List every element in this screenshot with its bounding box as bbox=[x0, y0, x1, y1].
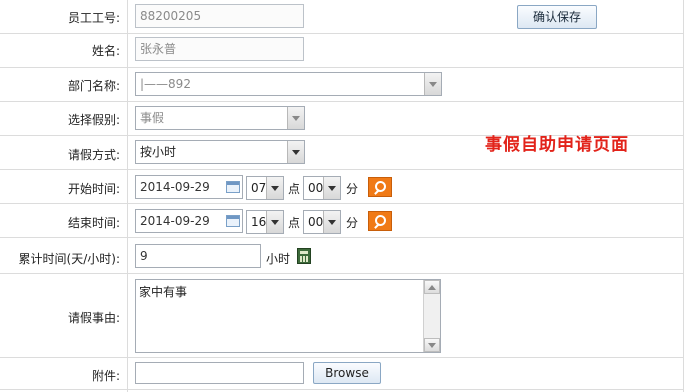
row-divider bbox=[0, 203, 683, 204]
save-button[interactable]: 确认保存 bbox=[517, 5, 597, 29]
page-title: 事假自助申请页面 bbox=[485, 135, 629, 155]
end-hour-value: 16 bbox=[251, 215, 267, 229]
start-minute-select[interactable]: 00 bbox=[303, 176, 341, 200]
start-minute-value: 00 bbox=[308, 181, 324, 195]
employee-id-field[interactable]: 88200205 bbox=[135, 4, 304, 28]
scroll-down-icon[interactable] bbox=[424, 338, 440, 352]
total-time-unit: 小时 bbox=[266, 252, 291, 266]
calculator-icon[interactable] bbox=[297, 248, 311, 264]
end-minute-select[interactable]: 00 bbox=[303, 210, 341, 234]
chevron-down-icon[interactable] bbox=[287, 107, 304, 129]
start-hour-value: 07 bbox=[251, 181, 267, 195]
row-divider bbox=[0, 273, 683, 274]
leave-type-value: 事假 bbox=[140, 111, 165, 125]
start-minute-unit: 分 bbox=[346, 182, 359, 196]
row-divider bbox=[0, 389, 683, 390]
leave-type-label: 选择假别: bbox=[67, 113, 120, 127]
name-field[interactable]: 张永普 bbox=[135, 37, 304, 61]
browse-button[interactable]: Browse bbox=[313, 362, 381, 384]
reason-label: 请假事由: bbox=[67, 311, 120, 325]
start-search-button[interactable] bbox=[368, 177, 392, 197]
row-divider bbox=[0, 357, 683, 358]
row-divider bbox=[0, 169, 683, 170]
start-hour-unit: 点 bbox=[288, 182, 301, 196]
attachment-field[interactable] bbox=[135, 362, 304, 384]
search-icon-handle bbox=[374, 189, 380, 195]
name-label: 姓名: bbox=[91, 44, 120, 58]
chevron-down-icon[interactable] bbox=[424, 73, 441, 95]
employee-id-label: 员工工号: bbox=[67, 11, 120, 25]
end-search-button[interactable] bbox=[368, 211, 392, 231]
total-time-field[interactable]: 9 bbox=[135, 244, 261, 268]
row-divider bbox=[0, 33, 683, 34]
search-icon-handle bbox=[374, 223, 380, 229]
end-time-label: 结束时间: bbox=[67, 216, 120, 230]
calendar-icon[interactable] bbox=[226, 215, 240, 227]
leave-mode-value: 按小时 bbox=[140, 145, 177, 159]
chevron-down-icon[interactable] bbox=[266, 177, 283, 199]
row-divider bbox=[0, 101, 683, 102]
chevron-down-icon[interactable] bbox=[266, 211, 283, 233]
department-select[interactable]: |——892 bbox=[135, 72, 442, 96]
start-hour-select[interactable]: 07 bbox=[246, 176, 284, 200]
chevron-down-icon[interactable] bbox=[323, 211, 340, 233]
attachment-label: 附件: bbox=[91, 369, 120, 383]
scrollbar[interactable] bbox=[423, 280, 440, 352]
start-time-label: 开始时间: bbox=[67, 182, 120, 196]
reason-textarea[interactable]: 家中有事 bbox=[135, 279, 441, 353]
label-column-divider bbox=[127, 0, 128, 392]
leave-mode-select[interactable]: 按小时 bbox=[135, 140, 305, 164]
scroll-up-icon[interactable] bbox=[424, 280, 440, 294]
form-right-border bbox=[683, 0, 684, 392]
chevron-down-icon[interactable] bbox=[323, 177, 340, 199]
row-divider bbox=[0, 237, 683, 238]
leave-mode-label: 请假方式: bbox=[67, 148, 120, 162]
department-value: |——892 bbox=[140, 77, 191, 91]
total-time-label: 累计时间(天/小时): bbox=[18, 252, 120, 266]
end-minute-unit: 分 bbox=[346, 216, 359, 230]
row-divider bbox=[0, 67, 683, 68]
end-minute-value: 00 bbox=[308, 215, 324, 229]
end-hour-select[interactable]: 16 bbox=[246, 210, 284, 234]
end-hour-unit: 点 bbox=[288, 216, 301, 230]
chevron-down-icon[interactable] bbox=[287, 141, 304, 163]
department-label: 部门名称: bbox=[67, 79, 120, 93]
calendar-icon[interactable] bbox=[226, 181, 240, 193]
leave-type-select[interactable]: 事假 bbox=[135, 106, 305, 130]
reason-text: 家中有事 bbox=[139, 285, 188, 299]
